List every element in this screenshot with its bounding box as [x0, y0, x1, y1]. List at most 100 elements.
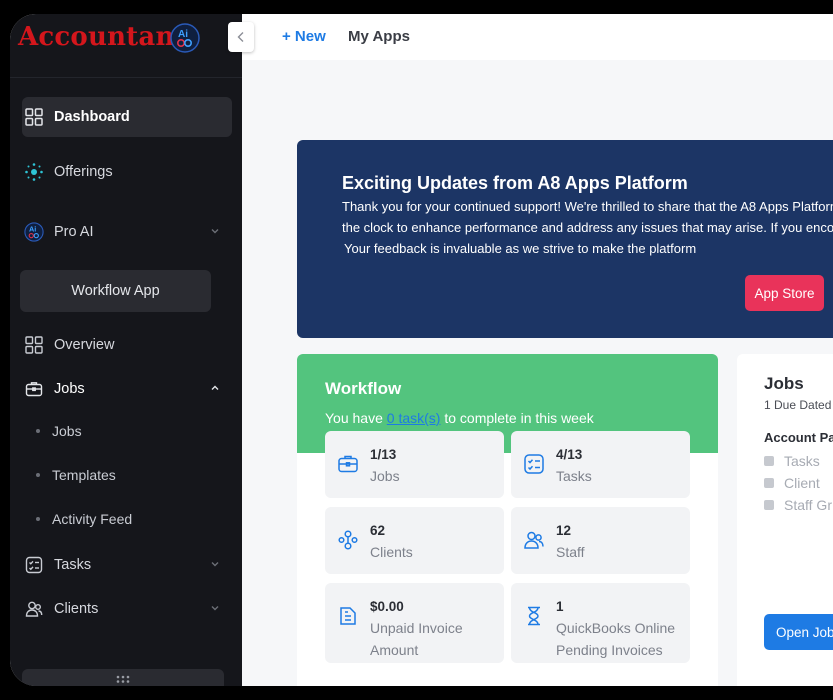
sidebar-apps-launcher[interactable]	[22, 669, 224, 686]
sidebar-item-pro-ai[interactable]: Ai Pro AI	[22, 212, 232, 252]
overview-grid-icon	[24, 335, 44, 355]
apps-grid-icon	[116, 675, 130, 683]
jobs-card-title: Jobs	[764, 374, 804, 393]
staff-icon	[524, 531, 544, 549]
svg-text:Ai: Ai	[29, 225, 36, 234]
sidebar-item-label: Clients	[54, 601, 99, 617]
sidebar-subitem-label: Templates	[52, 467, 116, 483]
bullet-icon	[36, 429, 40, 433]
app-store-button[interactable]: App Store	[745, 275, 824, 311]
workflow-subtitle-suffix: to complete in this week	[444, 410, 594, 426]
sidebar-item-label: Jobs	[54, 381, 85, 397]
chevron-box-icon	[764, 456, 774, 466]
stat-tile-unpaid-invoice[interactable]: $0.00 Unpaid Invoice Amount	[325, 583, 504, 663]
invoice-icon	[340, 607, 356, 625]
stat-tile-staff[interactable]: 12 Staff	[511, 507, 690, 574]
brand-logo-text[interactable]: Accountant	[18, 22, 187, 52]
top-bar: + New My Apps	[242, 14, 833, 60]
workflow-subtitle-prefix: You have	[325, 410, 383, 426]
stat-label: Staff	[556, 544, 585, 560]
jobs-list-item[interactable]: Client	[764, 475, 820, 491]
tasks-icon	[24, 555, 44, 575]
jobs-list-item-label: Client	[784, 475, 820, 491]
workflow-app-button[interactable]: Workflow App	[20, 270, 211, 312]
jobs-card: Jobs 1 Due Dated J Account Pay Tasks Cli…	[737, 354, 833, 686]
hourglass-icon	[528, 606, 540, 626]
sidebar-subitem-label: Activity Feed	[52, 511, 133, 527]
sidebar-item-offerings[interactable]: Offerings	[22, 152, 232, 192]
new-button[interactable]: + New	[282, 28, 326, 45]
chevron-up-icon	[211, 385, 219, 390]
sidebar-item-label: Dashboard	[54, 109, 130, 125]
chevron-box-icon	[764, 478, 774, 488]
jobs-list-item[interactable]: Tasks	[764, 453, 820, 469]
stat-value: 4/13	[556, 447, 583, 462]
sidebar-item-overview[interactable]: Overview	[22, 325, 232, 365]
stat-value: 12	[556, 523, 572, 538]
stat-value: $0.00	[370, 599, 404, 614]
chevron-box-icon	[764, 500, 774, 510]
banner-title: Exciting Updates from A8 Apps Platform	[342, 173, 688, 193]
sidebar-subitem-activity-feed[interactable]: Activity Feed	[36, 504, 132, 534]
stat-tile-tasks[interactable]: 4/13 Tasks	[511, 431, 690, 498]
ai-badge-icon: Ai	[24, 222, 44, 242]
tasks-icon	[524, 454, 544, 474]
banner-text-line: Your feedback is invaluable as we strive…	[344, 241, 697, 256]
banner-text-line: the clock to enhance performance and add…	[342, 220, 833, 235]
stat-tile-clients[interactable]: 62 Clients	[325, 507, 504, 574]
jobs-list-item-label: Tasks	[784, 453, 820, 469]
stat-label: Amount	[370, 642, 419, 658]
updates-banner: Exciting Updates from A8 Apps Platform T…	[297, 140, 833, 338]
clients-icon	[338, 530, 358, 550]
my-apps-link[interactable]: My Apps	[348, 28, 410, 45]
stat-label: Unpaid Invoice	[370, 620, 463, 636]
jobs-list-item[interactable]: Staff Gr	[764, 497, 832, 513]
chevron-down-icon	[211, 606, 219, 611]
svg-text:Ai: Ai	[178, 29, 188, 40]
sidebar-item-label: Overview	[54, 337, 115, 353]
sidebar-item-clients[interactable]: Clients	[22, 589, 232, 629]
stat-label: QuickBooks Online	[556, 620, 676, 636]
offerings-icon	[24, 162, 44, 182]
sidebar: Accountant Ai Dashboard Offerings Ai Pro…	[10, 14, 242, 686]
stat-value: 1/13	[370, 447, 397, 462]
stat-tile-jobs[interactable]: 1/13 Jobs	[325, 431, 504, 498]
jobs-due-dated-text: 1 Due Dated J	[764, 398, 833, 412]
banner-text-line: Thank you for your continued support! We…	[342, 199, 833, 214]
sidebar-item-label: Tasks	[54, 557, 92, 573]
dashboard-grid-icon	[24, 107, 44, 127]
stat-label: Pending Invoices	[556, 642, 663, 658]
stat-label: Clients	[370, 544, 413, 560]
sidebar-item-jobs[interactable]: Jobs	[22, 369, 232, 409]
stat-value: 1	[556, 599, 564, 614]
chevron-down-icon	[211, 229, 219, 234]
sidebar-item-label: Pro AI	[54, 224, 94, 240]
open-job-button[interactable]: Open Job	[764, 614, 833, 650]
main-content: Exciting Updates from A8 Apps Platform T…	[242, 60, 833, 686]
chevron-down-icon	[211, 562, 219, 567]
jobs-list-item-label: Staff Gr	[784, 497, 832, 513]
sidebar-item-label: Offerings	[54, 164, 113, 180]
workflow-subtitle: You have 0 task(s) to complete in this w…	[325, 410, 594, 426]
sidebar-subitem-templates[interactable]: Templates	[36, 460, 116, 490]
stat-tile-quickbooks[interactable]: 1 QuickBooks Online Pending Invoices	[511, 583, 690, 663]
workflow-card: Workflow You have 0 task(s) to complete …	[297, 354, 718, 686]
jobs-account-heading: Account Pay	[764, 430, 833, 445]
briefcase-icon	[24, 379, 44, 399]
stat-label: Jobs	[370, 468, 400, 484]
sidebar-subitem-label: Jobs	[52, 423, 82, 439]
briefcase-icon	[338, 455, 358, 473]
workflow-title: Workflow	[325, 379, 402, 398]
app-window: Accountant Ai Dashboard Offerings Ai Pro…	[10, 14, 833, 686]
sidebar-divider	[10, 77, 242, 78]
clients-icon	[24, 599, 44, 619]
stat-value: 62	[370, 523, 386, 538]
sidebar-subitem-jobs[interactable]: Jobs	[36, 416, 82, 446]
brand-ai-badge-icon: Ai	[170, 23, 200, 53]
bullet-icon	[36, 473, 40, 477]
bullet-icon	[36, 517, 40, 521]
sidebar-item-tasks[interactable]: Tasks	[22, 545, 232, 585]
stat-label: Tasks	[556, 468, 592, 484]
task-count-link[interactable]: 0 task(s)	[387, 410, 441, 426]
sidebar-item-dashboard[interactable]: Dashboard	[22, 97, 232, 137]
